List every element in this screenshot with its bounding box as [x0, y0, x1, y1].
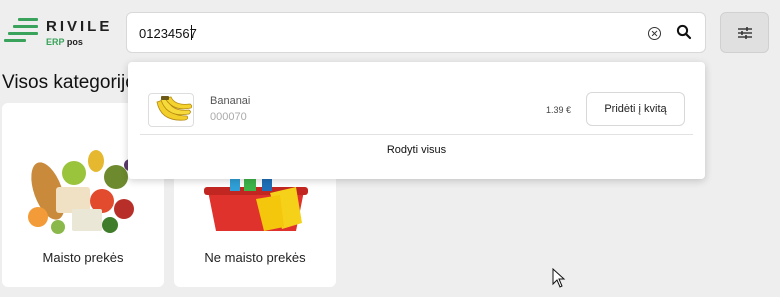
search-input[interactable] — [139, 23, 619, 43]
mouse-cursor-icon — [552, 268, 566, 288]
search-icon[interactable] — [676, 24, 692, 40]
logo-brand: RIVILE — [46, 18, 113, 35]
show-all-link[interactable]: Rodyti visus — [128, 144, 705, 156]
text-caret — [191, 25, 192, 40]
logo-sub-pos: pos — [66, 37, 83, 47]
bananas-image — [156, 96, 193, 121]
category-label: Ne maisto prekės — [204, 250, 306, 265]
logo-bars-icon — [4, 18, 40, 46]
search-bar — [126, 12, 706, 53]
product-thumbnail — [148, 93, 194, 127]
product-price: 1.39 € — [546, 105, 572, 115]
product-name: Bananai — [210, 95, 251, 107]
filter-button[interactable] — [720, 12, 769, 53]
category-label: Maisto prekės — [42, 250, 124, 265]
search-result-row[interactable]: Bananai 000070 1.39 € Pridėti į kvitą — [128, 62, 705, 134]
product-code: 000070 — [210, 111, 247, 123]
search-results-dropdown: Bananai 000070 1.39 € Pridėti į kvitą Ro… — [128, 62, 705, 179]
add-to-receipt-button[interactable]: Pridėti į kvitą — [586, 92, 685, 126]
sliders-icon — [738, 27, 752, 39]
logo-sub-erp: ERP — [46, 37, 65, 47]
page-title: Visos kategorijos — [2, 72, 142, 93]
divider — [140, 134, 693, 135]
close-circle-icon[interactable] — [648, 27, 661, 40]
pos-app: RIVILE ERP pos Visos kategorijos — [0, 0, 780, 297]
logo-sub: ERP pos — [46, 37, 83, 47]
rivile-logo[interactable]: RIVILE ERP pos — [4, 16, 114, 48]
